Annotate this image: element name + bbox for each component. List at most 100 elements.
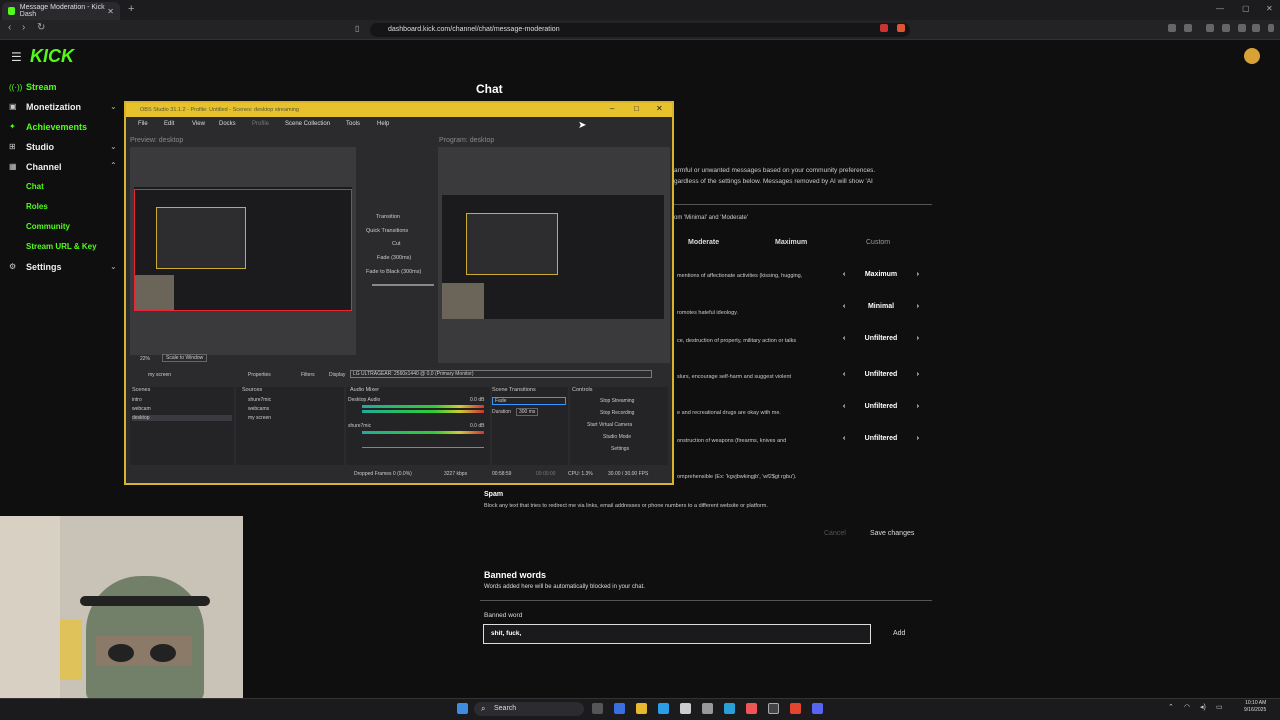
chevron-down-icon[interactable]: ⌄ <box>110 102 117 111</box>
minimize-icon[interactable]: – <box>610 104 614 113</box>
hamburger-menu-icon[interactable]: ☰ <box>11 50 22 64</box>
transition-slider[interactable] <box>372 284 434 286</box>
column-maximum[interactable]: Maximum <box>775 239 807 246</box>
volume-icon[interactable]: ◂) <box>1200 703 1206 711</box>
display-select[interactable]: LG ULTRAGEAR: 2560x1440 @ 0,0 (Primary M… <box>350 370 652 378</box>
sidebar-item-roles[interactable]: Roles <box>26 202 48 211</box>
copilot-icon[interactable] <box>614 703 625 714</box>
transition-button[interactable]: Transition <box>376 214 400 220</box>
volume-slider[interactable] <box>362 447 484 448</box>
settings-app-icon[interactable] <box>702 703 713 714</box>
chevron-right-icon[interactable]: › <box>917 271 919 278</box>
filters-button[interactable]: Filters <box>301 372 315 378</box>
chevron-right-icon[interactable]: › <box>917 303 919 310</box>
sidebar-item-settings[interactable]: Settings <box>26 262 62 272</box>
forward-icon[interactable]: › <box>22 22 25 33</box>
cut-button[interactable]: Cut <box>392 241 401 247</box>
stop-streaming-button[interactable]: Stop Streaming <box>600 398 634 404</box>
zoom-level[interactable]: 22% <box>140 356 150 362</box>
close-window-icon[interactable]: ✕ <box>656 104 663 113</box>
browser-menu-icon[interactable] <box>1268 24 1274 32</box>
column-custom[interactable]: Custom <box>866 239 890 246</box>
tray-chevron-icon[interactable]: ⌃ <box>1168 703 1174 711</box>
telegram-icon[interactable] <box>724 703 735 714</box>
sidebar-item-stream-url-key[interactable]: Stream URL & Key <box>26 242 97 251</box>
scale-select[interactable]: Scale to Window <box>162 354 208 362</box>
store-icon[interactable] <box>680 703 691 714</box>
bookmark-icon[interactable]: ▯ <box>355 24 359 33</box>
preview-canvas[interactable] <box>130 147 356 355</box>
save-changes-button[interactable]: Save changes <box>870 530 914 537</box>
kick-logo[interactable]: KICK <box>30 46 74 67</box>
maximize-icon[interactable]: □ <box>634 104 639 113</box>
task-view-icon[interactable] <box>592 703 603 714</box>
selection-bounding-box[interactable] <box>134 189 352 311</box>
brave-shield-icon[interactable] <box>880 24 888 32</box>
rule-level-selector[interactable]: ‹ Unfiltered › <box>843 403 919 410</box>
menu-help[interactable]: Help <box>377 121 389 127</box>
chevron-right-icon[interactable]: › <box>917 403 919 410</box>
browser-tab[interactable]: Message Moderation - Kick Dash ✕ <box>2 2 120 20</box>
obs-title-bar[interactable]: OBS Studio 31.1.2 - Profile: Untitled - … <box>126 103 672 117</box>
rule-level-selector[interactable]: ‹ Unfiltered › <box>843 335 919 342</box>
menu-scene-collection[interactable]: Scene Collection <box>285 121 330 127</box>
vpn-icon[interactable] <box>1238 24 1246 32</box>
sidebar-toggle-icon[interactable] <box>1184 24 1192 32</box>
duration-input[interactable]: 300 ms <box>516 408 539 416</box>
chevron-down-icon[interactable]: ⌄ <box>110 262 117 271</box>
app-icon[interactable] <box>746 703 757 714</box>
profile-icon[interactable] <box>1252 24 1260 32</box>
cancel-button[interactable]: Cancel <box>824 530 846 537</box>
wifi-icon[interactable]: ◠ <box>1184 703 1190 711</box>
url-input[interactable]: dashboard.kick.com/channel/chat/message-… <box>370 23 910 37</box>
edge-icon[interactable] <box>658 703 669 714</box>
scene-item[interactable]: intro <box>132 397 142 403</box>
brave-rewards-icon[interactable] <box>897 24 905 32</box>
back-icon[interactable]: ‹ <box>8 22 11 33</box>
rule-level-selector[interactable]: ‹ Unfiltered › <box>843 371 919 378</box>
obs-window[interactable]: OBS Studio 31.1.2 - Profile: Untitled - … <box>124 101 674 485</box>
discord-icon[interactable] <box>812 703 823 714</box>
fade-button[interactable]: Fade (300ms) <box>377 255 411 261</box>
menu-profile[interactable]: Profile <box>252 121 269 127</box>
sidebar-item-chat[interactable]: Chat <box>26 182 44 191</box>
file-explorer-icon[interactable] <box>636 703 647 714</box>
stop-recording-button[interactable]: Stop Recording <box>600 410 634 416</box>
chevron-up-icon[interactable]: ⌃ <box>110 161 117 170</box>
sidebar-item-achievements[interactable]: Achievements <box>26 122 87 132</box>
banned-word-input[interactable]: shit, fuck, <box>483 624 871 644</box>
obs-app-icon[interactable] <box>768 703 779 714</box>
studio-mode-button[interactable]: Studio Mode <box>603 434 631 440</box>
sidebar-item-community[interactable]: Community <box>26 222 70 231</box>
menu-docks[interactable]: Docks <box>219 121 236 127</box>
properties-button[interactable]: Properties <box>248 372 271 378</box>
chevron-right-icon[interactable]: › <box>917 335 919 342</box>
source-item[interactable]: shure7mic <box>248 397 271 403</box>
start-virtual-camera-button[interactable]: Start Virtual Camera <box>587 422 632 428</box>
add-button[interactable]: Add <box>893 630 905 637</box>
reload-icon[interactable]: ↻ <box>37 22 45 33</box>
taskbar-search[interactable]: Search <box>474 702 584 716</box>
sidebar-item-channel[interactable]: Channel <box>26 162 62 172</box>
scene-item[interactable]: webcam <box>132 406 151 412</box>
rule-level-selector[interactable]: ‹ Unfiltered › <box>843 435 919 442</box>
user-avatar[interactable] <box>1244 48 1260 64</box>
sidebar-item-monetization[interactable]: Monetization <box>26 102 81 112</box>
extensions-icon[interactable] <box>1168 24 1176 32</box>
menu-file[interactable]: File <box>138 121 148 127</box>
menu-edit[interactable]: Edit <box>164 121 174 127</box>
chevron-down-icon[interactable]: ⌄ <box>110 142 117 151</box>
new-tab-icon[interactable]: + <box>128 3 134 15</box>
transition-select[interactable]: Fade <box>492 397 566 405</box>
close-tab-icon[interactable]: ✕ <box>107 7 114 16</box>
brave-icon[interactable] <box>790 703 801 714</box>
menu-view[interactable]: View <box>192 121 205 127</box>
wallet-icon[interactable] <box>1222 24 1230 32</box>
minimize-icon[interactable]: — <box>1216 4 1224 13</box>
rule-level-selector[interactable]: ‹ Minimal › <box>843 303 919 310</box>
chevron-right-icon[interactable]: › <box>917 435 919 442</box>
tab-search-icon[interactable] <box>1206 24 1214 32</box>
menu-tools[interactable]: Tools <box>346 121 360 127</box>
sidebar-item-studio[interactable]: Studio <box>26 142 54 152</box>
chevron-right-icon[interactable]: › <box>917 371 919 378</box>
